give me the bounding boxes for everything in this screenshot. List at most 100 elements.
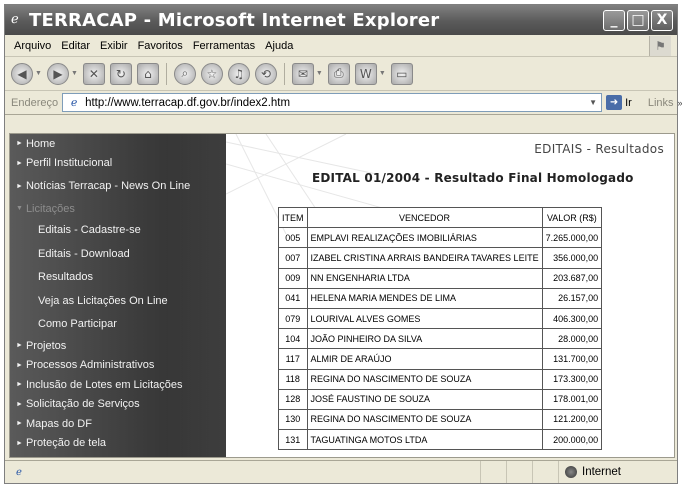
menu-editar[interactable]: Editar (56, 40, 95, 52)
nav-mapas-df[interactable]: ► Mapas do DF (10, 414, 226, 434)
header-vencedor: VENCEDOR (306, 206, 543, 229)
menu-favoritos[interactable]: Favoritos (133, 40, 188, 52)
cell-valor: 203.687,00 (541, 267, 603, 289)
go-button[interactable]: ➜ Ir (606, 95, 632, 110)
edit-dropdown-icon[interactable]: ▼ (379, 70, 386, 77)
edit-word-icon[interactable]: W (354, 62, 377, 85)
stop-icon[interactable]: ✕ (82, 62, 105, 85)
nav-licitacoes-on-line[interactable]: Veja as Licitações On Line (10, 289, 226, 313)
back-dropdown-icon[interactable]: ▼ (35, 70, 42, 77)
table-row: 104 JOÃO PINHEIRO DA SILVA 28.000,00 (278, 328, 603, 350)
arrow-right-icon: ► (16, 182, 23, 190)
go-label: Ir (625, 96, 632, 109)
links-chevron-icon[interactable]: » (678, 98, 682, 108)
cell-item: 009 (278, 267, 308, 289)
minimize-button[interactable]: _ (603, 9, 625, 31)
table-row: 005 EMPLAVI REALIZAÇÕES IMOBILIÁRIAS 7.265… (278, 227, 603, 249)
history-icon[interactable]: ⟲ (254, 62, 277, 85)
toolbar-separator (165, 62, 167, 85)
globe-icon (565, 466, 577, 478)
browser-window: ℯ TERRACAP - Microsoft Internet Explorer… (4, 4, 682, 484)
media-icon[interactable]: ♫ (227, 62, 250, 85)
menu-ajuda[interactable]: Ajuda (260, 40, 298, 52)
home-icon[interactable]: ⌂ (136, 62, 159, 85)
mail-dropdown-icon[interactable]: ▼ (316, 70, 323, 77)
table-row: 079 LOURIVAL ALVES GOMES 406.300,00 (278, 307, 603, 330)
print-icon[interactable]: ⎙ (327, 62, 350, 85)
cell-vencedor: NN ENGENHARIA LTDA (306, 267, 543, 289)
close-button[interactable]: X (651, 9, 673, 31)
nav-editais-cadastre-se[interactable]: Editais - Cadastre-se (10, 219, 226, 243)
nav-licitacoes[interactable]: ▼ Licitações (10, 199, 226, 219)
cell-vencedor: LOURIVAL ALVES GOMES (306, 307, 543, 330)
nav-label: Processos Administrativos (25, 359, 155, 372)
table-header-row: ITEM VENCEDOR VALOR (R$) (278, 206, 603, 229)
mail-icon[interactable]: ✉ (291, 62, 314, 85)
nav-editais-download[interactable]: Editais - Download (10, 242, 226, 266)
favorites-star-icon[interactable]: ☆ (200, 62, 223, 85)
cell-vencedor: TAGUATINGA MOTOS LTDA (306, 429, 543, 451)
cell-valor: 200.000,00 (541, 429, 603, 451)
cell-valor: 26.157,00 (541, 287, 603, 309)
cell-vencedor: REGINA DO NASCIMENTO DE SOUZA (306, 368, 543, 390)
security-zone: Internet (559, 461, 677, 483)
discuss-icon[interactable]: ▭ (390, 62, 413, 85)
status-bar: ℯ Internet (5, 460, 677, 483)
cell-item: 079 (278, 307, 308, 330)
nav-label: Projetos (25, 339, 67, 352)
menu-exibir[interactable]: Exibir (95, 40, 133, 52)
cell-vencedor: JOSÉ FAUSTINO DE SOUZA (306, 388, 543, 410)
nav-como-participar[interactable]: Como Participar (10, 313, 226, 337)
nav-label: Veja as Licitações On Line (38, 294, 168, 307)
results-table: ITEM VENCEDOR VALOR (R$) 005 EMPLAVI REAL… (278, 206, 603, 451)
windows-flag-icon: ⚑ (649, 36, 671, 56)
nav-processos-administrativos[interactable]: ► Processos Administrativos (10, 356, 226, 376)
nav-label: Editais - Cadastre-se (38, 224, 141, 237)
forward-icon[interactable]: ▶ (46, 62, 69, 85)
back-icon[interactable]: ◀ (11, 62, 33, 85)
nav-label: Solicitação de Serviços (25, 398, 140, 411)
address-input[interactable]: ℯ http://www.terracap.df.gov.br/index2.h… (62, 93, 603, 112)
nav-home[interactable]: ► Home (10, 134, 226, 154)
nav-noticias[interactable]: ► Notícias Terracap - News On Line (10, 173, 226, 199)
main-panel: EDITAIS - Resultados EDITAL 01/2004 - Re… (226, 134, 674, 457)
address-dropdown-icon[interactable]: ▼ (585, 94, 601, 111)
nav-resultados[interactable]: Resultados (10, 266, 226, 290)
refresh-icon[interactable]: ↻ (109, 62, 132, 85)
cell-vencedor: ALMIR DE ARAÚJO (306, 348, 543, 370)
nav-label: Home (25, 137, 56, 150)
cell-valor: 131.700,00 (541, 348, 603, 370)
page-status-icon: ℯ (16, 466, 22, 478)
cell-item: 117 (278, 348, 308, 370)
maximize-button[interactable]: □ (627, 9, 649, 31)
nav-label: Mapas do DF (25, 417, 92, 430)
nav-protecao-tela[interactable]: ► Proteção de tela (10, 434, 226, 454)
search-icon[interactable]: ⌕ (173, 62, 196, 85)
nav-label: Notícias Terracap - News On Line (25, 180, 191, 192)
cell-item: 005 (278, 227, 308, 249)
nav-projetos[interactable]: ► Projetos (10, 336, 226, 356)
arrow-right-icon: ► (16, 342, 23, 350)
table-row: 131 TAGUATINGA MOTOS LTDA 200.000,00 (278, 429, 603, 451)
address-url[interactable]: http://www.terracap.df.gov.br/index2.htm (85, 97, 585, 109)
table-row: 128 JOSÉ FAUSTINO DE SOUZA 178.001,00 (278, 388, 603, 410)
cell-item: 131 (278, 429, 308, 451)
nav-label: Licitações (25, 202, 75, 215)
cell-valor: 7.265.000,00 (541, 227, 603, 249)
menu-ferramentas[interactable]: Ferramentas (188, 40, 260, 52)
nav-label: Proteção de tela (25, 437, 107, 450)
forward-dropdown-icon[interactable]: ▼ (71, 70, 78, 77)
edital-title: EDITAL 01/2004 - Resultado Final Homolog… (312, 171, 634, 185)
nav-inclusao-lotes[interactable]: ► Inclusão de Lotes em Licitações (10, 375, 226, 395)
cell-item: 130 (278, 408, 308, 431)
status-cell (481, 461, 507, 483)
go-arrow-icon: ➜ (606, 95, 623, 110)
links-button[interactable]: Links (648, 97, 674, 109)
menu-arquivo[interactable]: Arquivo (9, 40, 56, 52)
table-row: 117 ALMIR DE ARAÚJO 131.700,00 (278, 348, 603, 370)
title-bar[interactable]: ℯ TERRACAP - Microsoft Internet Explorer… (5, 5, 677, 35)
nav-solicitacao-servicos[interactable]: ► Solicitação de Serviços (10, 395, 226, 415)
cell-valor: 28.000,00 (541, 328, 603, 350)
arrow-right-icon: ► (16, 361, 23, 369)
nav-perfil-institucional[interactable]: ► Perfil Institucional (10, 154, 226, 174)
